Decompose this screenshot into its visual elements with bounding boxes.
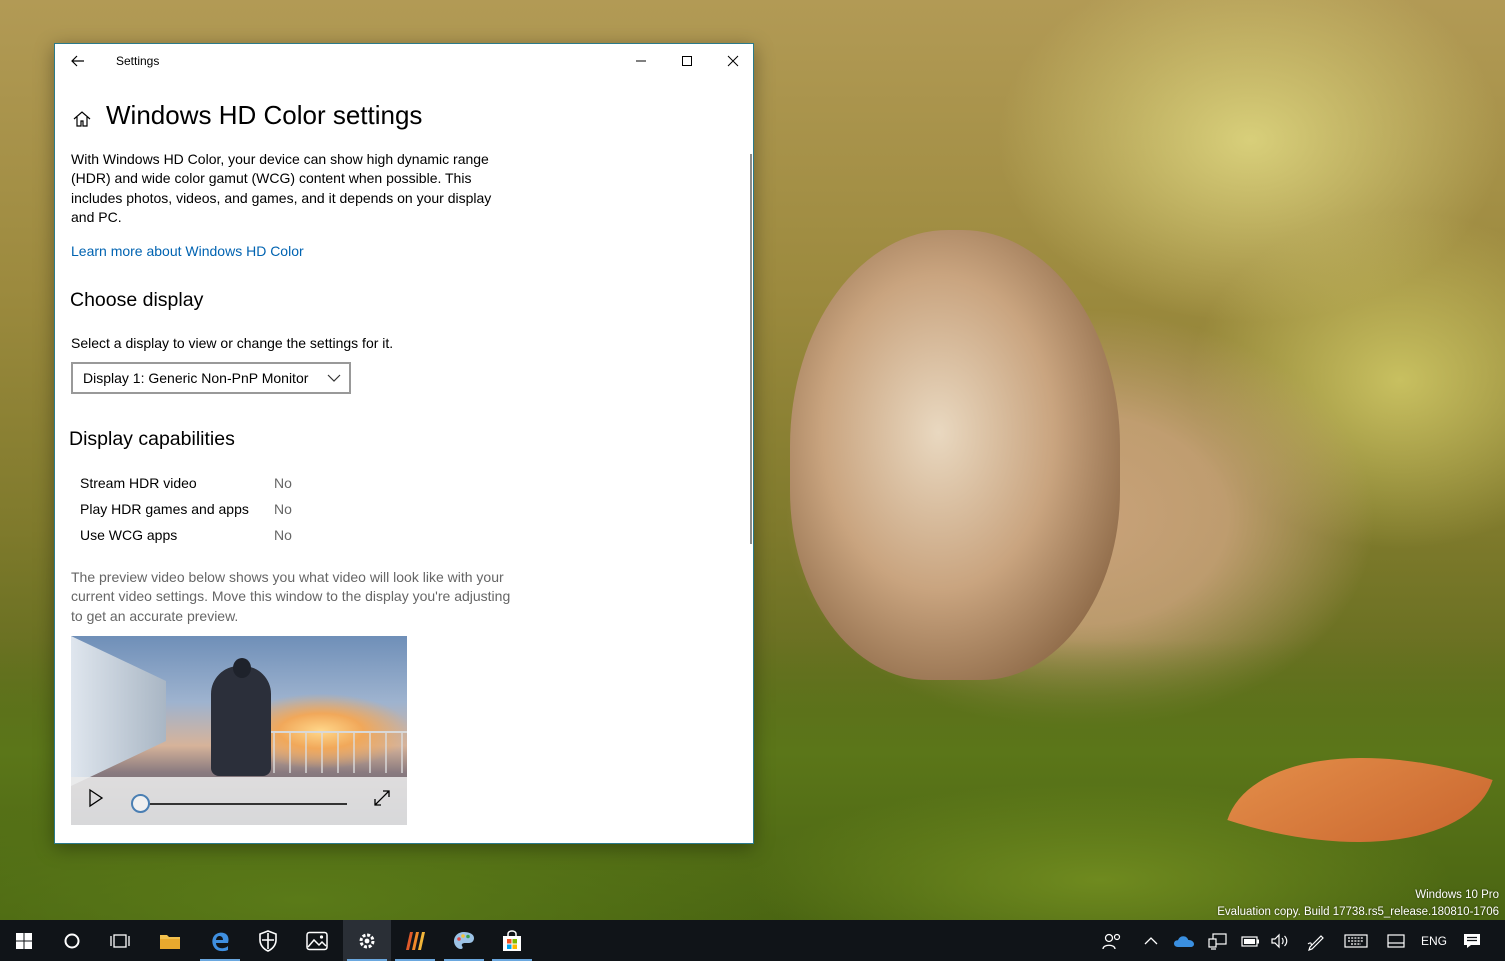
touch-keyboard-button[interactable]: [1340, 920, 1372, 961]
onedrive-icon: [1174, 935, 1194, 947]
home-icon: [73, 111, 91, 127]
home-button[interactable]: [71, 108, 93, 134]
store-icon: [503, 929, 521, 951]
display-icon: [1387, 933, 1405, 948]
display-capabilities-heading: Display capabilities: [69, 428, 235, 450]
cortana-button[interactable]: [48, 920, 96, 961]
title-bar[interactable]: Settings: [55, 44, 753, 78]
capability-value: No: [274, 501, 292, 517]
people-button[interactable]: [1098, 920, 1126, 961]
play-icon: [89, 788, 104, 808]
video-seek-track[interactable]: [143, 803, 347, 805]
chevron-down-icon: [327, 374, 341, 382]
paint-button[interactable]: [440, 920, 488, 961]
store-button[interactable]: [488, 920, 536, 961]
preview-note: The preview video below shows you what v…: [71, 569, 511, 624]
choose-display-heading: Choose display: [70, 289, 204, 311]
capability-name: Stream HDR video: [80, 475, 197, 491]
file-explorer-button[interactable]: [146, 920, 194, 961]
windows-security-icon: [259, 929, 277, 952]
network-icon: [1208, 932, 1227, 950]
volume-button[interactable]: [1266, 920, 1294, 961]
windows-security-button[interactable]: [244, 920, 292, 961]
windows-start-icon: [16, 932, 32, 949]
notification-icon: [1464, 933, 1480, 948]
learn-more-link[interactable]: Learn more about Windows HD Color: [71, 243, 304, 259]
file-explorer-icon: [160, 934, 180, 949]
fullscreen-icon: [374, 790, 390, 806]
pen-icon: [1307, 934, 1324, 951]
scrollbar[interactable]: [750, 154, 752, 544]
settings-button[interactable]: [343, 920, 391, 961]
maximize-button[interactable]: [664, 44, 710, 78]
language-indicator[interactable]: ENG: [1416, 920, 1452, 961]
display-dropdown[interactable]: Display 1: Generic Non-PnP Monitor: [71, 362, 351, 394]
volume-icon: [1271, 933, 1288, 948]
battery-icon: [1241, 935, 1259, 947]
back-button[interactable]: [67, 50, 89, 72]
fullscreen-button[interactable]: [372, 788, 392, 812]
capability-value: No: [274, 527, 292, 543]
play-button[interactable]: [87, 788, 105, 812]
windows-ink-button[interactable]: [1302, 920, 1330, 961]
close-icon: [727, 55, 739, 67]
task-view-icon: [110, 933, 130, 948]
settings-window: Settings Windows HD Color settings With …: [54, 43, 754, 844]
back-arrow-icon: [71, 55, 84, 67]
minimize-icon: [636, 60, 646, 62]
cortana-icon: [64, 933, 80, 948]
page-title: Windows HD Color settings: [106, 100, 423, 130]
onedrive-button[interactable]: [1170, 920, 1198, 961]
close-button[interactable]: [710, 44, 753, 78]
capability-value: No: [274, 475, 292, 491]
intro-text: With Windows HD Color, your device can s…: [71, 151, 492, 225]
wallpaper-chipmunk: [790, 230, 1120, 680]
video-seek-thumb[interactable]: [131, 794, 150, 813]
app-button[interactable]: [391, 920, 439, 961]
start-button[interactable]: [0, 920, 48, 961]
edge-icon: [212, 932, 229, 951]
video-frame-person-head: [233, 658, 251, 678]
video-frame-ship: [71, 636, 166, 786]
watermark-build: Evaluation copy. Build 17738.rs5_release…: [1217, 906, 1499, 918]
paint-icon: [454, 931, 474, 949]
select-display-label: Select a display to view or change the s…: [71, 335, 394, 351]
capability-name: Use WCG apps: [80, 527, 178, 543]
maximize-icon: [682, 56, 692, 66]
capability-name: Play HDR games and apps: [80, 501, 249, 517]
display-dropdown-value: Display 1: Generic Non-PnP Monitor: [83, 370, 309, 386]
people-icon: [1102, 933, 1121, 949]
edge-button[interactable]: [196, 920, 244, 961]
tablet-mode-button[interactable]: [1382, 920, 1410, 961]
video-controls: [71, 777, 407, 825]
battery-button[interactable]: [1236, 920, 1264, 961]
settings-icon: [359, 933, 375, 948]
photos-button[interactable]: [293, 920, 341, 961]
app-icon: [406, 931, 425, 950]
desktop-watermark: Windows 10 Pro Evaluation copy. Build 17…: [1217, 887, 1499, 921]
window-title: Settings: [116, 54, 160, 68]
task-view-button[interactable]: [96, 920, 144, 961]
chevron-up-icon: [1144, 936, 1158, 944]
photos-icon: [306, 931, 328, 950]
action-center-button[interactable]: [1458, 920, 1486, 961]
keyboard-icon: [1344, 933, 1368, 948]
preview-video[interactable]: [71, 636, 407, 825]
taskbar: ENG: [0, 920, 1505, 961]
minimize-button[interactable]: [618, 44, 664, 78]
network-button[interactable]: [1204, 920, 1232, 961]
watermark-edition: Windows 10 Pro: [1415, 889, 1499, 901]
video-frame-person: [211, 666, 271, 776]
show-hidden-icons-button[interactable]: [1140, 920, 1162, 961]
